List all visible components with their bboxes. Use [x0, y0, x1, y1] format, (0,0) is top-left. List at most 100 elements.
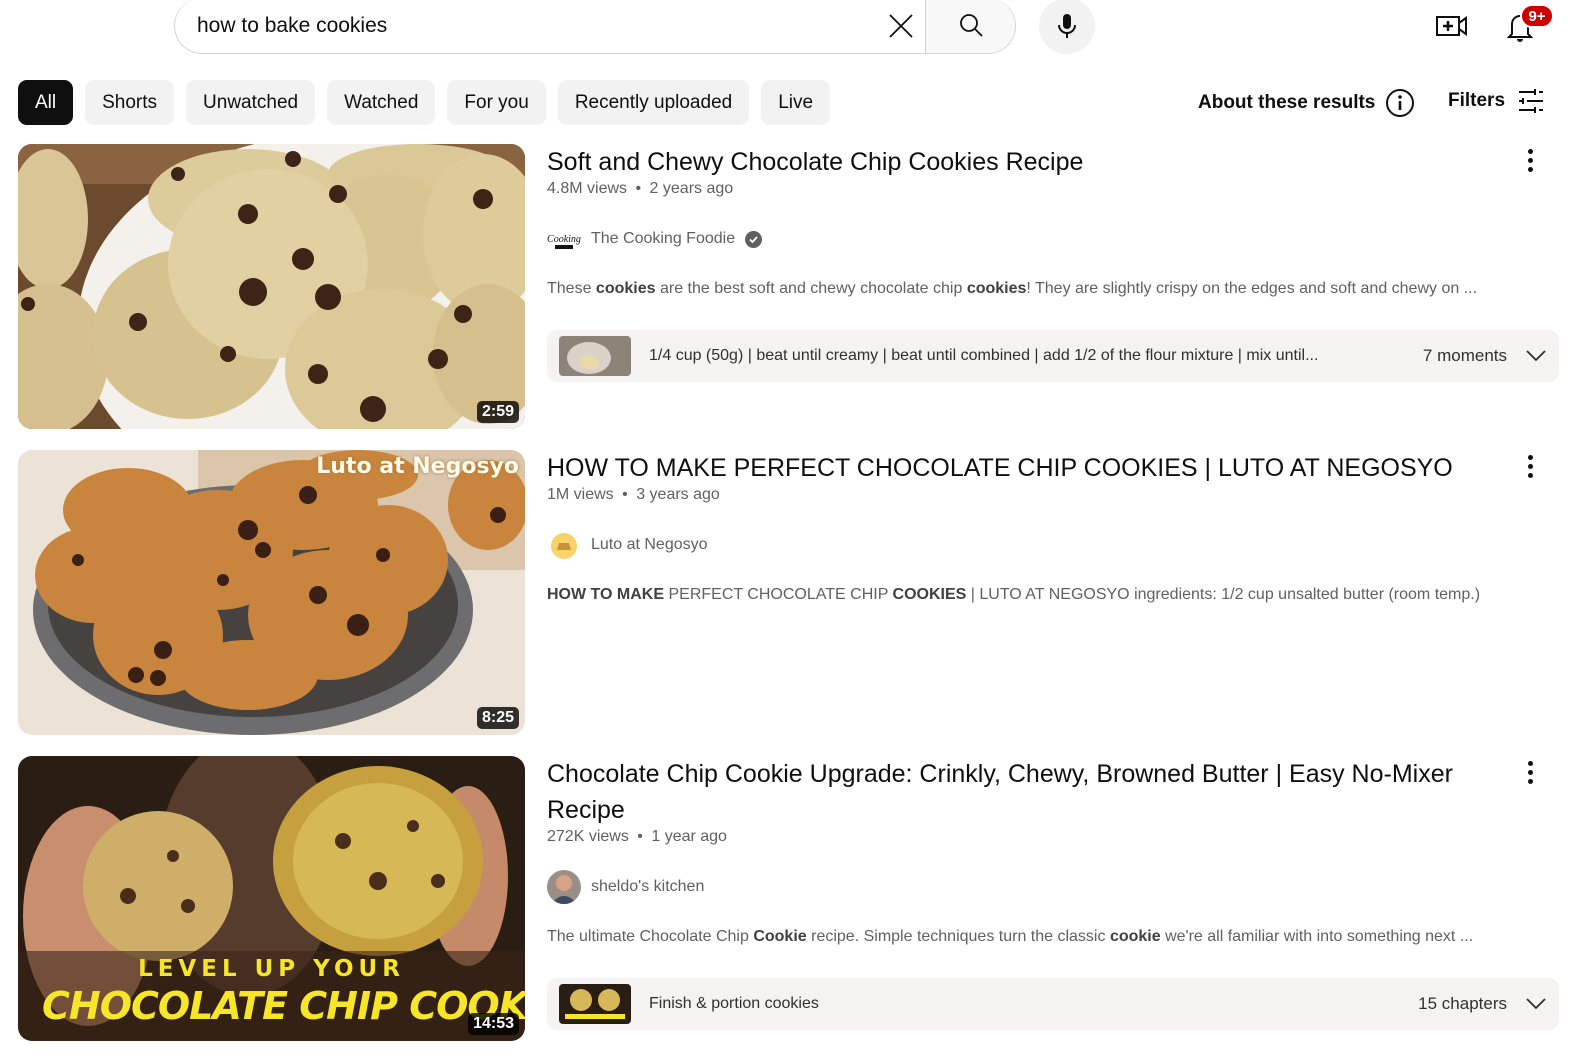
thumbnail-image: [18, 450, 525, 735]
upload-age: 1 year ago: [651, 828, 727, 845]
desc-highlight: COOKIES: [892, 586, 967, 603]
about-label: About these results: [1198, 92, 1376, 113]
channel-name: Luto at Negosyo: [591, 536, 708, 553]
meta-separator: •: [635, 180, 642, 197]
chevron-down-icon: [1526, 350, 1546, 362]
view-count: 272K views: [547, 828, 629, 845]
create-video-icon: [1436, 16, 1467, 36]
thumbnail-overlay-bottom: CHOCOLATE CHIP COOKIE: [42, 984, 525, 1028]
video-title[interactable]: Chocolate Chip Cookie Upgrade: Crinkly, …: [547, 756, 1467, 828]
kebab-dot: [1527, 166, 1533, 172]
meta-separator: •: [637, 828, 643, 845]
search-bar: [174, 0, 1016, 54]
chip-live[interactable]: Live: [761, 80, 831, 125]
more-actions-button[interactable]: [1515, 756, 1545, 788]
notification-badge: 9+: [1520, 4, 1554, 28]
video-info: Chocolate Chip Cookie Upgrade: Crinkly, …: [547, 756, 1507, 946]
thumbnail-overlay-top: LEVEL UP YOUR: [138, 956, 405, 982]
close-icon: [889, 13, 913, 38]
moment-thumbnail: [559, 336, 631, 376]
clear-search-button[interactable]: [877, 2, 925, 50]
chip-unwatched[interactable]: Unwatched: [186, 80, 316, 125]
channel-avatar[interactable]: Cooking: [547, 222, 581, 256]
video-description: The ultimate Chocolate Chip Cookie recip…: [547, 928, 1507, 946]
video-result: 2:59 Soft and Chewy Chocolate Chip Cooki…: [18, 144, 1563, 429]
channel-name: sheldo's kitchen: [591, 878, 705, 895]
chapters-bar[interactable]: Finish & portion cookies 15 chapters: [547, 978, 1559, 1030]
channel-avatar[interactable]: [547, 870, 581, 904]
filters-label: Filters: [1448, 90, 1506, 111]
view-count: 1M views: [547, 486, 614, 503]
more-actions-button[interactable]: [1515, 450, 1545, 482]
microphone-icon: [1058, 14, 1076, 38]
kebab-dot: [1527, 157, 1533, 163]
more-actions-button[interactable]: [1515, 144, 1545, 176]
video-title[interactable]: Soft and Chewy Chocolate Chip Cookies Re…: [547, 144, 1507, 180]
video-thumbnail[interactable]: Luto at Negosyo 8:25: [18, 450, 525, 735]
video-thumbnail[interactable]: LEVEL UP YOUR CHOCOLATE CHIP COOKIE 14:5…: [18, 756, 525, 1041]
kebab-dot: [1527, 472, 1533, 478]
video-result: Luto at Negosyo 8:25 HOW TO MAKE PERFECT…: [18, 450, 1563, 735]
search-input[interactable]: [175, 0, 877, 53]
meta-separator: •: [622, 486, 628, 503]
filters-button[interactable]: Filters: [1448, 88, 1545, 114]
channel-name: The Cooking Foodie: [591, 230, 736, 247]
video-info: HOW TO MAKE PERFECT CHOCOLATE CHIP COOKI…: [547, 450, 1507, 604]
desc-highlight: Cookie: [753, 928, 807, 945]
filters-icon: [1519, 89, 1544, 113]
video-meta: 272K views • 1 year ago: [547, 828, 1507, 846]
channel-link[interactable]: Cooking The Cooking Foodie: [547, 222, 1507, 256]
desc-text: are the best soft and chewy chocolate ch…: [655, 280, 967, 297]
thumbnail-image: [18, 144, 525, 429]
desc-text: | LUTO AT NEGOSYO ingredients: 1/2 cup u…: [966, 586, 1481, 603]
chapter-thumbnail: [559, 984, 631, 1024]
desc-highlight: cookies: [595, 280, 656, 297]
voice-search-button[interactable]: [1039, 0, 1095, 54]
key-moments-bar[interactable]: 1/4 cup (50g) | beat until creamy | beat…: [547, 330, 1559, 382]
channel-avatar[interactable]: [547, 528, 581, 562]
kebab-dot: [1527, 760, 1533, 766]
video-meta: 1M views • 3 years ago: [547, 486, 1507, 504]
video-description: HOW TO MAKE PERFECT CHOCOLATE CHIP COOKI…: [547, 586, 1507, 604]
view-count: 4.8M views: [547, 180, 628, 197]
about-these-results-button[interactable]: About these results: [1198, 88, 1415, 118]
desc-text: we're all familiar with into something n…: [1160, 928, 1474, 945]
thumbnail-overlay-text: Luto at Negosyo: [316, 454, 519, 479]
kebab-dot: [1527, 463, 1533, 469]
channel-link[interactable]: sheldo's kitchen: [547, 870, 1507, 904]
chip-recently-uploaded[interactable]: Recently uploaded: [557, 80, 750, 125]
kebab-dot: [1527, 769, 1533, 775]
info-icon: [1386, 89, 1415, 117]
chevron-down-icon: [1526, 998, 1546, 1010]
upload-age: 2 years ago: [649, 180, 734, 197]
video-duration: 8:25: [476, 707, 519, 729]
svg-text:Cooking: Cooking: [547, 234, 581, 245]
video-description: These cookies are the best soft and chew…: [547, 280, 1507, 298]
video-result: LEVEL UP YOUR CHOCOLATE CHIP COOKIE 14:5…: [18, 756, 1563, 1046]
kebab-dot: [1527, 148, 1533, 154]
upload-age: 3 years ago: [636, 486, 720, 503]
desc-text: These: [547, 280, 596, 297]
desc-text: The ultimate Chocolate Chip: [547, 928, 754, 945]
desc-highlight: HOW TO MAKE: [547, 586, 665, 603]
video-duration: 2:59: [476, 401, 519, 423]
chip-shorts[interactable]: Shorts: [85, 80, 175, 125]
chapter-text: Finish & portion cookies: [649, 995, 819, 1012]
kebab-dot: [1527, 778, 1533, 784]
video-duration: 14:53: [468, 1013, 519, 1035]
desc-highlight: cookies: [966, 280, 1027, 297]
moments-count: 7 moments: [1422, 346, 1507, 365]
create-button[interactable]: [1432, 8, 1472, 44]
video-meta: 4.8M views • 2 years ago: [547, 180, 1507, 198]
video-title[interactable]: HOW TO MAKE PERFECT CHOCOLATE CHIP COOKI…: [547, 450, 1507, 486]
desc-text: ! They are slightly crispy on the edges …: [1026, 280, 1478, 297]
chip-watched[interactable]: Watched: [327, 80, 436, 125]
filter-chips: All Shorts Unwatched Watched For you Rec…: [18, 80, 831, 125]
verified-badge-icon: [745, 230, 763, 248]
chip-for-you[interactable]: For you: [447, 80, 546, 125]
search-button[interactable]: [925, 0, 1015, 53]
chip-all[interactable]: All: [18, 80, 74, 125]
video-thumbnail[interactable]: 2:59: [18, 144, 525, 429]
desc-highlight: cookie: [1109, 928, 1161, 945]
channel-link[interactable]: Luto at Negosyo: [547, 528, 1507, 562]
